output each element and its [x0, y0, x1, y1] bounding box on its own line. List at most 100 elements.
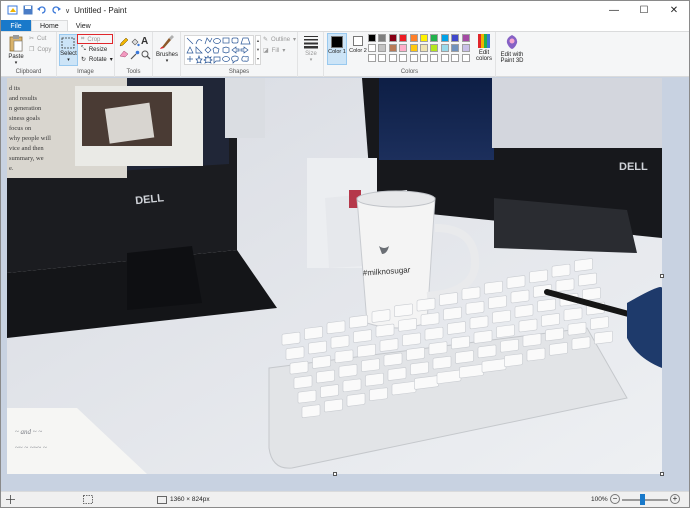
color-swatch[interactable] [440, 54, 449, 62]
keyboard-key [443, 306, 462, 321]
color2-button[interactable]: Color 2 [349, 33, 367, 65]
paint3d-icon [506, 35, 518, 49]
zoom-slider-thumb[interactable] [640, 494, 645, 505]
zoom-slider-track[interactable] [622, 499, 668, 501]
resize-handle-corner[interactable] [660, 472, 664, 476]
fill-button[interactable]: ◪ Fill ▾ [263, 47, 285, 55]
chevron-down-icon: ▾ [109, 57, 113, 63]
color-swatch[interactable] [430, 34, 439, 42]
color-swatch[interactable] [378, 34, 387, 42]
color-swatch[interactable] [399, 54, 408, 62]
keyboard-key [477, 344, 497, 359]
undo-icon[interactable] [37, 5, 47, 17]
image-group: Select ▾ ⌗ Crop ⤡ Resize ↻ Rotate ▾ Image [57, 32, 115, 77]
cut-button[interactable]: ✂ Cut [29, 35, 46, 43]
paper-text-line: why people will [9, 135, 51, 142]
keyboard-key [432, 355, 452, 370]
color-swatch[interactable] [430, 44, 439, 52]
color-swatch[interactable] [409, 44, 418, 52]
color-swatch[interactable] [420, 34, 428, 42]
color-swatch[interactable] [420, 44, 428, 52]
color-swatch[interactable] [388, 34, 397, 42]
text-icon[interactable]: A [141, 36, 148, 47]
keyboard-key [402, 332, 421, 347]
color-swatch[interactable] [461, 34, 470, 42]
shapes-gallery[interactable] [184, 35, 254, 65]
keyboard-key [529, 269, 548, 284]
color-swatch[interactable] [388, 54, 397, 62]
resize-button[interactable]: ⤡ Resize [81, 46, 107, 53]
keyboard-key [365, 372, 384, 387]
color-swatch[interactable] [451, 34, 460, 42]
color-swatch[interactable] [451, 44, 460, 52]
color-swatch[interactable] [461, 54, 470, 62]
close-button[interactable]: ✕ [659, 1, 689, 20]
color-swatch[interactable] [368, 44, 376, 52]
fill-icon[interactable] [130, 37, 140, 49]
keyboard-key [506, 275, 526, 289]
brushes-button[interactable]: Brushes ▾ [155, 34, 179, 64]
magnifier-icon[interactable] [141, 50, 151, 62]
minimize-button[interactable]: — [599, 1, 629, 20]
size-button[interactable]: Size ▾ [301, 35, 321, 63]
color-swatch[interactable] [440, 44, 449, 52]
clipboard-group: Paste ▾ ✂ Cut ❐ Copy Clipboard [1, 32, 57, 77]
canvas-area[interactable]: ~ and ~ ~ ~~ ~ ~~~ ~ d its and results n… [1, 77, 689, 491]
color1-button[interactable]: Color 1 [327, 33, 347, 65]
keyboard-key [281, 331, 301, 346]
rotate-button[interactable]: ↻ Rotate ▾ [81, 56, 113, 64]
selection-size-icon [83, 495, 93, 506]
redo-icon[interactable] [51, 5, 61, 17]
copy-button[interactable]: ❐ Copy [29, 46, 51, 54]
keyboard-key [312, 355, 331, 369]
color-swatch[interactable] [368, 54, 376, 62]
paint3d-group: Edit with Paint 3D [496, 32, 528, 77]
fill-bucket-icon: ◪ [263, 48, 269, 54]
color-swatch[interactable] [409, 54, 418, 62]
color-swatch[interactable] [451, 54, 460, 62]
pencil-icon[interactable] [119, 37, 129, 49]
color-swatch[interactable] [378, 44, 387, 52]
shapes-scroll[interactable]: ▲ ▼ ▾ [255, 35, 261, 65]
edit-colors-button[interactable]: Edit colors [473, 34, 495, 62]
crop-button[interactable]: ⌗ Crop [81, 36, 100, 43]
edit-with-paint3d-button[interactable]: Edit with Paint 3D [498, 34, 526, 64]
keyboard-key [346, 393, 366, 407]
maximize-button[interactable]: ☐ [629, 1, 659, 20]
color-swatch[interactable] [440, 34, 449, 42]
clipboard-group-label: Clipboard [15, 69, 42, 75]
zoom-in-button[interactable]: + [670, 494, 680, 504]
color-swatch[interactable] [399, 34, 408, 42]
color-swatch[interactable] [409, 34, 418, 42]
resize-handle-bottom[interactable] [333, 472, 337, 476]
keyboard-key [461, 286, 481, 301]
color-swatch[interactable] [368, 34, 376, 42]
zoom-out-button[interactable]: − [610, 494, 620, 504]
keyboard-key [571, 336, 591, 350]
eraser-icon[interactable] [119, 50, 129, 60]
paste-button[interactable]: Paste ▾ [6, 34, 26, 66]
save-icon[interactable] [23, 5, 33, 17]
outline-button[interactable]: ✎ Outline ▾ [263, 36, 296, 44]
keyboard-key [357, 343, 376, 358]
canvas-image[interactable]: ~ and ~ ~ ~~ ~ ~~~ ~ d its and results n… [7, 78, 662, 474]
keyboard-key [398, 318, 417, 332]
color-swatch[interactable] [420, 54, 428, 62]
paper-text-line: vice and then [9, 145, 44, 152]
keyboard-key [371, 309, 391, 323]
resize-handle-right[interactable] [660, 274, 664, 278]
color2-swatch [353, 36, 363, 46]
color-swatch[interactable] [399, 44, 408, 52]
keyboard-key [324, 398, 343, 413]
paper-text-line: n generation [9, 105, 42, 112]
keyboard-key [342, 378, 362, 393]
color-swatch[interactable] [430, 54, 439, 62]
customize-icon[interactable]: ∨ [65, 7, 70, 15]
color-picker-icon[interactable] [130, 50, 140, 62]
keyboard-key [289, 360, 309, 375]
select-button[interactable]: Select ▾ [59, 34, 78, 66]
color-swatch[interactable] [378, 54, 387, 62]
keyboard-key [469, 315, 489, 330]
color-swatch[interactable] [461, 44, 470, 52]
color-swatch[interactable] [388, 44, 397, 52]
